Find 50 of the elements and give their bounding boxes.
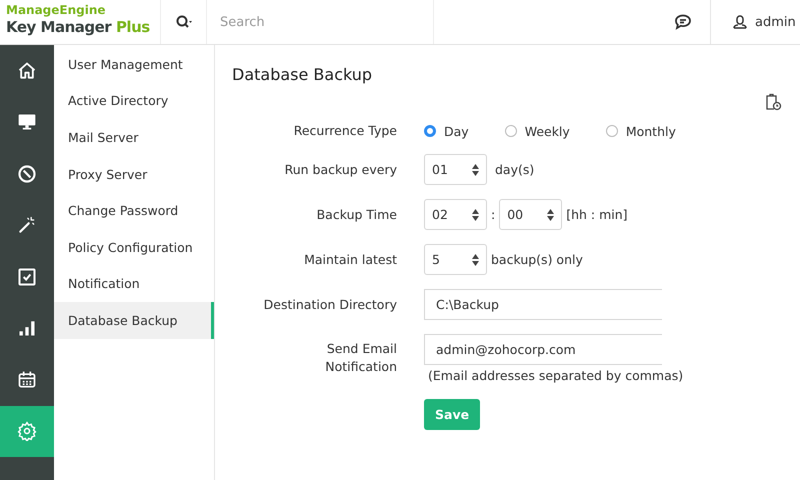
radio-button[interactable] [504,125,517,137]
directory-field[interactable]: C:\Backup [424,289,662,320]
field-label: Recurrence Type [292,122,397,140]
submenu-item[interactable]: Database Backup [54,302,214,339]
submenu-item[interactable]: Change Password [54,192,214,229]
minute-select[interactable]: 00 [499,199,562,230]
checklist-icon [17,266,37,287]
field-label: Send Email Notification [324,340,397,376]
search-icon [176,15,192,29]
number-select[interactable]: 5 [424,244,487,275]
schedule-history-icon[interactable] [765,93,782,111]
field-label: Destination Directory [262,296,397,314]
spinner-arrows-icon [547,208,554,220]
user-icon [733,15,747,29]
user-name[interactable]: admin [755,14,796,30]
radio-label[interactable]: Monthly [626,124,676,138]
submenu-item[interactable]: Active Directory [54,82,214,120]
chat-icon[interactable] [674,14,692,30]
spinner-arrows-icon [472,254,479,266]
radio-label[interactable]: Weekly [524,124,570,138]
field-label: Maintain latest [303,250,397,268]
settings-icon [17,421,37,442]
unit-text: [hh : min] [566,207,628,222]
radio-button[interactable] [424,125,436,137]
hour-select[interactable]: 02 [424,199,487,230]
submenu-item[interactable]: Proxy Server [54,156,214,192]
radio-label[interactable]: Day [444,124,469,138]
submenu-item[interactable]: Policy Configuration [54,228,214,266]
unit-text: day(s) [495,162,534,177]
submenu-item[interactable]: User Management [54,46,214,83]
company-logo: ManageEngine [6,3,107,17]
field-label: Backup Time [316,206,397,224]
page-title: Database Backup [232,65,374,84]
field-hint: (Email addresses separated by commas) [427,368,684,383]
submenu-item[interactable]: Mail Server [54,119,214,156]
product-name: Key Manager Plus [6,17,150,37]
submenu-item[interactable]: Notification [54,266,214,302]
magic-wand-icon [17,215,37,236]
spinner-arrows-icon [472,164,479,176]
radio-button[interactable] [606,125,618,137]
number-select[interactable]: 01 [424,154,487,185]
field-label: Run backup every [284,160,397,178]
time-separator: : [491,207,496,222]
monitor-icon [17,112,37,132]
home-icon [17,60,37,81]
calendar-icon [17,370,37,390]
spinner-arrows-icon [472,208,479,220]
email-field[interactable]: admin@zohocorp.com [424,334,662,365]
unit-text: backup(s) only [491,252,583,267]
prohibited-icon [17,164,37,184]
